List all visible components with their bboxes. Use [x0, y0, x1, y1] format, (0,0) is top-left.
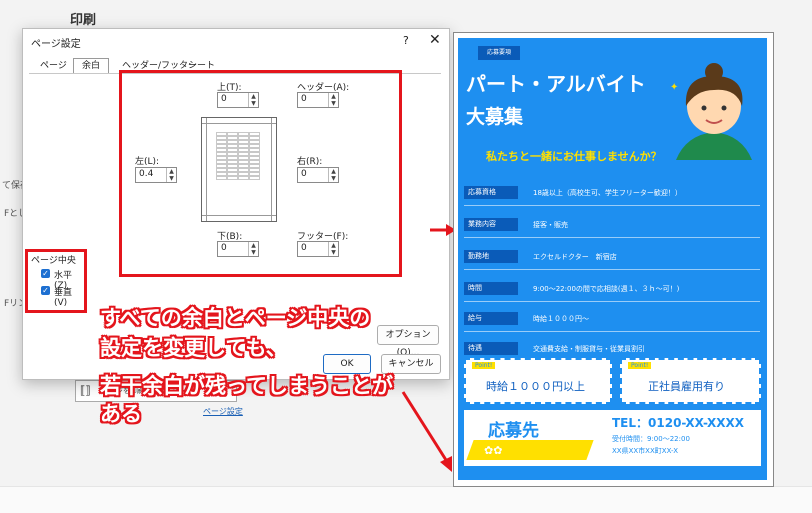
- poster-headline-1: パート・アルバイト: [466, 72, 646, 96]
- svg-text:✦: ✦: [670, 82, 678, 93]
- row-divider: [464, 205, 760, 206]
- caption-line-1: すべての余白とページ中央の: [100, 306, 371, 330]
- row-divider: [464, 237, 760, 238]
- row-value-location: エクセルドクター 新宿店: [533, 253, 617, 261]
- point-box-1: Point! 時給１０００円以上: [464, 358, 612, 404]
- row-label-duties: 業務内容: [464, 218, 518, 231]
- contact-box: 応募先 ✿✿ TEL：0120-XX-XXXX 受付時間：9:00〜22:00 …: [464, 410, 761, 466]
- point-tag-1: Point!: [472, 362, 496, 369]
- row-divider: [464, 269, 760, 270]
- row-value-qualification: 18歳以上（高校生可、学生フリーター歓迎！）: [533, 189, 682, 197]
- poster-headline-2: 大募集: [466, 106, 524, 128]
- point-box-2: Point! 正社員雇用有り: [620, 358, 761, 404]
- row-label-location: 勤務地: [464, 250, 518, 263]
- staff-character-icon: ✦: [670, 63, 752, 160]
- row-value-duties: 接客・販売: [533, 221, 568, 229]
- contact-hours: 受付時間：9:00〜22:00: [612, 435, 690, 443]
- sprout-icon: ✿✿: [484, 444, 503, 457]
- row-value-hours: 9:00〜22:00の間で応相談(週１、３ｈ〜可！): [533, 285, 680, 293]
- point-text-1: 時給１０００円以上: [486, 380, 585, 393]
- contact-tel: TEL：0120-XX-XXXX: [612, 416, 744, 430]
- contact-title: 応募先: [488, 421, 539, 441]
- point-text-2: 正社員雇用有り: [648, 380, 725, 393]
- row-label-hours: 時間: [464, 282, 518, 295]
- row-value-pay: 時給１０００円〜: [533, 315, 589, 323]
- poster-tag: 応募要項: [478, 46, 520, 60]
- row-value-benefits: 交通費支給・制服貸与・従業員割引: [533, 345, 645, 353]
- recruitment-poster: 応募要項 パート・アルバイト 大募集 ✦ 私たちと一緒にお仕事しませんか？ 応募…: [458, 38, 767, 480]
- caption-line-3: 若干余白が残ってしまうことが: [100, 374, 393, 398]
- caption-line-4: ある: [100, 402, 142, 426]
- caption-line-2: 設定を変更しても、: [100, 336, 287, 360]
- row-divider: [464, 331, 760, 332]
- row-label-qualification: 応募資格: [464, 186, 518, 199]
- row-label-pay: 給与: [464, 312, 518, 325]
- contact-address: XX県XX市XX町XX-X: [612, 447, 678, 455]
- row-divider: [464, 301, 760, 302]
- point-tag-2: Point!: [628, 362, 652, 369]
- row-label-benefits: 待遇: [464, 342, 518, 355]
- poster-invite: 私たちと一緒にお仕事しませんか？: [486, 150, 662, 163]
